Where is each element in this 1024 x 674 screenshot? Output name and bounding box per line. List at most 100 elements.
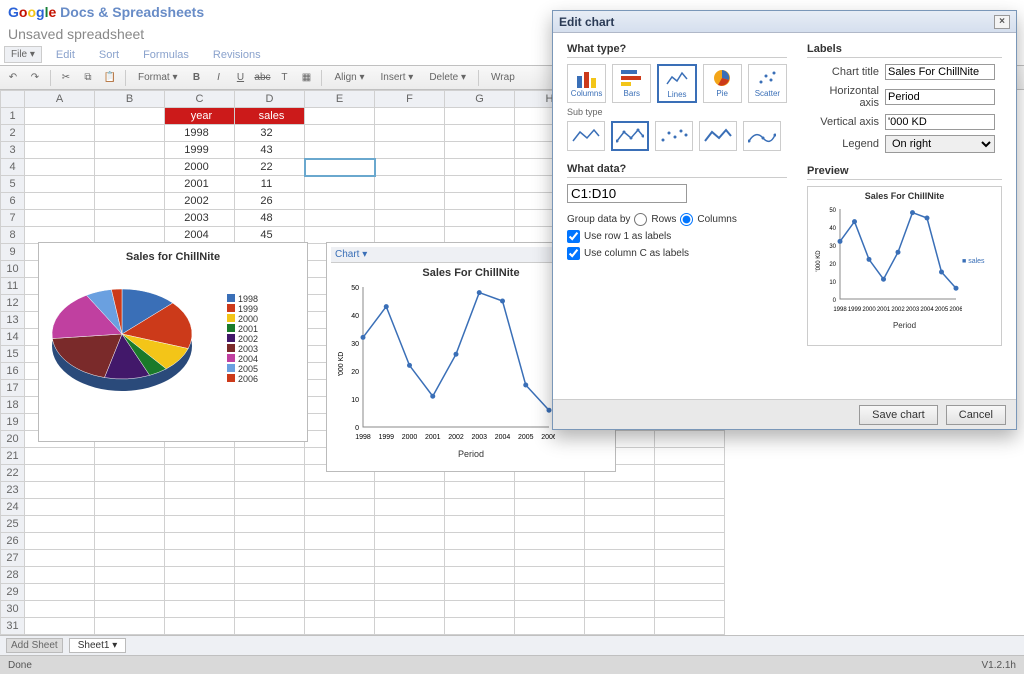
dialog-title-bar[interactable]: Edit chart × [553,11,1016,33]
cut-icon[interactable]: ✂ [57,69,75,87]
vaxis-label: Vertical axis [807,116,879,128]
svg-text:2002: 2002 [891,307,905,313]
svg-text:0: 0 [355,425,359,432]
chart-title-input[interactable] [885,64,995,80]
status-bar: Done V1.2.1h [0,656,1024,674]
group-by-row: Group data by Rows Columns [567,213,787,226]
align-menu[interactable]: Align ▾ [328,72,370,83]
line-xlabel: Period [335,449,607,459]
type-pie[interactable]: Pie [703,64,742,103]
subtype-5[interactable] [743,121,781,151]
underline-icon[interactable]: U [231,69,249,87]
sort-menu[interactable]: Sort [89,46,129,64]
revisions-menu[interactable]: Revisions [203,46,271,64]
subtype-2[interactable] [611,121,649,151]
use-row1-checkbox[interactable] [567,230,580,243]
subtype-row [567,121,787,151]
bg-color-icon[interactable]: ▦ [297,69,315,87]
save-chart-button[interactable]: Save chart [859,405,938,425]
svg-text:2001: 2001 [425,434,441,441]
haxis-label: Horizontal axis [807,85,879,109]
preview-box: Sales For ChillNite 19981999200020012002… [807,186,1002,346]
pie-chart[interactable]: Sales for ChillNite 19981999200020012002… [38,242,308,442]
legend-select[interactable]: On right [885,135,995,153]
svg-text:1998: 1998 [355,434,371,441]
legend-label: Legend [807,138,879,150]
formulas-menu[interactable]: Formulas [133,46,199,64]
status-text: Done [8,660,32,671]
svg-text:10: 10 [351,397,359,404]
format-menu[interactable]: Format ▾ [132,72,183,83]
svg-text:'000 KD: '000 KD [338,352,345,377]
text-color-icon[interactable]: T [275,69,293,87]
subtype-4[interactable] [699,121,737,151]
strike-icon[interactable]: abc [253,69,271,87]
preview-heading: Preview [807,165,1002,180]
close-icon[interactable]: × [994,15,1010,29]
svg-text:50: 50 [351,285,359,292]
type-columns[interactable]: Columns [567,64,606,103]
svg-text:2000: 2000 [862,307,876,313]
delete-menu[interactable]: Delete ▾ [423,72,472,83]
copy-icon[interactable]: ⧉ [79,69,97,87]
sheet-footer: Add Sheet Sheet1 ▾ [0,636,1024,656]
svg-text:10: 10 [829,280,836,286]
type-scatter[interactable]: Scatter [748,64,787,103]
insert-menu[interactable]: Insert ▾ [375,72,420,83]
svg-text:50: 50 [829,208,836,214]
what-data-label: What data? [567,163,787,178]
subtype-3[interactable] [655,121,693,151]
paste-icon[interactable]: 📋 [101,69,119,87]
svg-text:2003: 2003 [906,307,920,313]
subtype-1[interactable] [567,121,605,151]
pie-svg [47,269,217,409]
group-rows-radio[interactable] [634,213,647,226]
svg-text:1998: 1998 [833,307,847,313]
version-text: V1.2.1h [982,660,1016,671]
preview-svg: 199819992000200120022003200420052006 0 10 2… [812,201,962,321]
svg-text:2000: 2000 [402,434,418,441]
type-bars[interactable]: Bars [612,64,651,103]
embedded-charts: Sales for ChillNite 19981999200020012002… [38,242,616,472]
group-cols-radio[interactable] [680,213,693,226]
svg-text:2004: 2004 [495,434,511,441]
italic-icon[interactable]: I [209,69,227,87]
what-type-label: What type? [567,43,787,58]
undo-icon[interactable]: ↶ [4,69,22,87]
svg-text:2001: 2001 [877,307,891,313]
data-range-input[interactable] [567,184,687,203]
svg-text:30: 30 [351,341,359,348]
haxis-input[interactable] [885,89,995,105]
svg-text:1999: 1999 [848,307,862,313]
svg-text:'000 KD: '000 KD [816,250,822,272]
svg-text:40: 40 [829,226,836,232]
svg-text:2002: 2002 [448,434,464,441]
edit-chart-dialog: Edit chart × What type? Columns Bars Lin… [552,10,1017,430]
vaxis-input[interactable] [885,114,995,130]
svg-text:2006: 2006 [949,307,962,313]
sheet-tab[interactable]: Sheet1 ▾ [69,638,127,653]
svg-text:20: 20 [829,262,836,268]
svg-text:40: 40 [351,313,359,320]
type-lines[interactable]: Lines [657,64,696,103]
svg-text:0: 0 [833,298,837,304]
svg-text:2003: 2003 [471,434,487,441]
svg-text:2005: 2005 [935,307,949,313]
svg-text:2004: 2004 [920,307,934,313]
wrap-toggle[interactable]: Wrap [485,72,521,83]
sub-type-label: Sub type [567,107,787,117]
pie-legend: 199819992000200120022003200420052006 [227,294,258,384]
chart-title-label: Chart title [807,66,879,78]
dialog-title: Edit chart [559,15,614,29]
dialog-button-bar: Save chart Cancel [553,399,1016,429]
google-logo: Google [8,4,60,20]
svg-text:2006: 2006 [541,434,555,441]
bold-icon[interactable]: B [187,69,205,87]
add-sheet-button[interactable]: Add Sheet [6,638,63,653]
file-menu[interactable]: File ▾ [4,46,42,63]
cancel-button[interactable]: Cancel [946,405,1006,425]
use-colc-checkbox[interactable] [567,247,580,260]
product-name: Docs & Spreadsheets [60,4,204,20]
edit-menu[interactable]: Edit [46,46,85,64]
redo-icon[interactable]: ↷ [26,69,44,87]
